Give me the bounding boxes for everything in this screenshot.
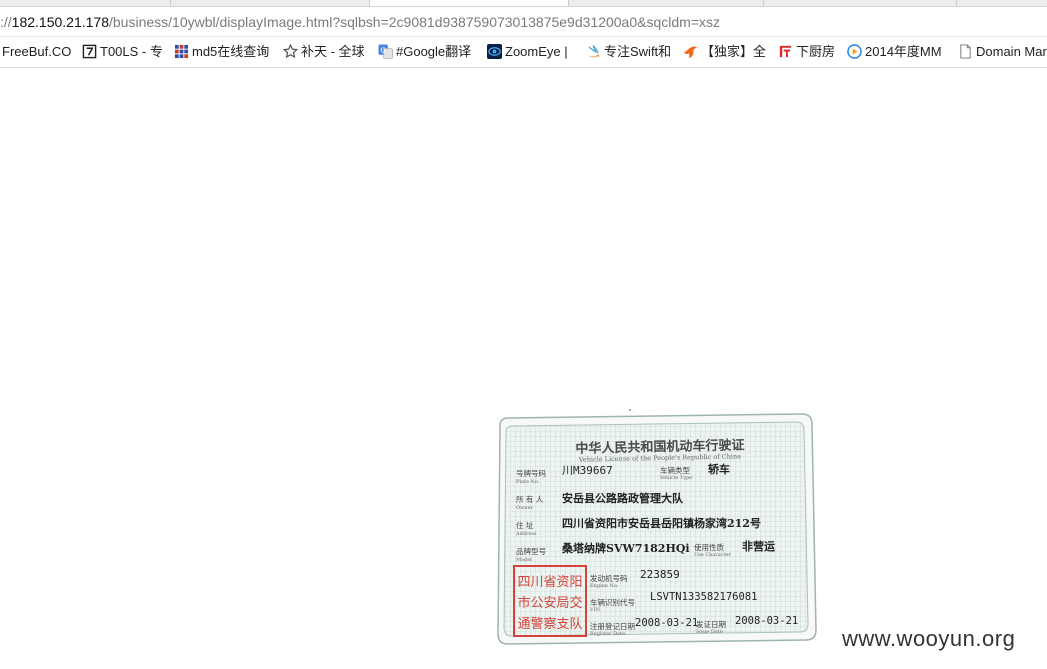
browser-tab[interactable] [569, 0, 764, 6]
browser-tab-active[interactable] [370, 0, 569, 6]
issue-date-value: 2008-03-21 [735, 615, 798, 627]
use-value: 非营运 [742, 539, 775, 553]
owner-label-en: Owner [516, 505, 534, 511]
google-translate-icon: G [378, 44, 393, 59]
bookmark-label: 下厨房 [796, 44, 836, 59]
grid-icon [174, 44, 189, 59]
vehicle-type-label-en: Vehicle Type [659, 475, 692, 481]
plate-label: 号牌号码 [516, 468, 546, 478]
browser-tab[interactable] [764, 0, 957, 6]
url-host: 182.150.21.178 [11, 14, 109, 30]
use-label-en: Use Character [694, 552, 731, 558]
tab-strip [0, 0, 1047, 7]
page-content: 中华人民共和国机动车行驶证 Vehicle License of the Peo… [0, 68, 1047, 669]
kitchen-icon [779, 45, 792, 58]
owner-value: 安岳县公路路政管理大队 [562, 491, 684, 505]
vehicle-type-value: 轿车 [708, 462, 730, 476]
model-label-en: Model [516, 557, 532, 563]
bookmark-tools[interactable]: T00LS - 专 [82, 43, 163, 61]
bookmark-2014mm[interactable]: 2014年度MM [847, 43, 942, 61]
bookmark-label: 专注Swift和 [604, 44, 672, 59]
vehicle-license-image: 中华人民共和国机动车行驶证 Vehicle License of the Peo… [497, 409, 817, 645]
document-icon [960, 44, 971, 59]
bookmark-xiachufang[interactable]: 下厨房 [778, 43, 835, 61]
stamp-line-2: 市公安局交 [517, 595, 582, 611]
engine-value: 223859 [640, 568, 680, 581]
address-label-en: Address [515, 531, 537, 537]
bookmark-label: ZoomEye | [505, 44, 568, 59]
url-path: /business/10ywbl/displayImage.html?sqlbs… [109, 14, 720, 30]
stamp-line-1: 四川省资阳 [517, 575, 582, 590]
vin-value: LSVTN133582176081 [650, 591, 757, 603]
bookmark-domain[interactable]: Domain Mar [958, 43, 1047, 61]
browser-tab[interactable] [0, 0, 171, 6]
vin-label-en: VIN [589, 607, 601, 613]
star-icon [283, 44, 298, 59]
bookmark-google-translate[interactable]: G #Google翻译 [378, 43, 471, 61]
svg-text:G: G [380, 45, 385, 54]
bookmark-label: T00LS - 专 [100, 44, 163, 59]
bookmark-label: #Google翻译 [396, 44, 472, 59]
issue-date-label-en: Issue Date [696, 629, 723, 635]
zoomeye-icon [487, 44, 502, 59]
bookmark-label: FreeBuf.CO [2, 44, 72, 59]
url-prefix: :// [0, 14, 12, 30]
bookmark-freebuf[interactable]: FreeBuf.CO [2, 43, 71, 61]
register-date-label: 注册登记日期 [590, 621, 635, 631]
vin-label: 车辆识别代号 [590, 597, 635, 607]
register-date-label-en: Register Date [590, 631, 625, 637]
bookmark-label: md5在线查询 [192, 44, 270, 59]
stamp-line-3: 通警察支队 [517, 616, 582, 632]
bookmarks-bar: FreeBuf.CO T00LS - 专 md5在线查询 补天 - 全球 G #G… [0, 37, 1047, 68]
engine-label-en: Engine No. [590, 583, 619, 589]
bookmark-label: 补天 - 全球 [301, 44, 365, 59]
bookmark-md5[interactable]: md5在线查询 [174, 43, 269, 61]
url-text[interactable]: ://182.150.21.178/business/10ywbl/displa… [0, 14, 720, 30]
engine-label: 发动机号码 [590, 573, 628, 583]
bookmark-label: 【独家】全 [701, 44, 767, 59]
bookmark-label: Domain Mar [976, 44, 1047, 59]
bookmark-dujia[interactable]: 【独家】全 [683, 43, 766, 61]
register-date-value: 2008-03-21 [635, 617, 698, 629]
plate-label-en: Plate No. [516, 479, 540, 485]
play-icon [847, 44, 862, 59]
address-label: 住 址 [516, 520, 534, 530]
watermark-text: www.wooyun.org [842, 626, 1016, 651]
issue-date-label: 发证日期 [696, 619, 726, 629]
vehicle-type-label: 车辆类型 [660, 465, 690, 475]
tools-icon [82, 44, 97, 59]
address-bar[interactable]: ://182.150.21.178/business/10ywbl/displa… [0, 7, 1047, 37]
bookmark-label: 2014年度MM [865, 44, 942, 59]
swift-icon [587, 44, 600, 58]
bookmark-zoomeye[interactable]: ZoomEye | [487, 43, 568, 61]
owner-label: 所 有 人 [516, 494, 544, 504]
browser-tab[interactable] [171, 0, 370, 6]
bookmark-swift[interactable]: 专注Swift和 [586, 43, 671, 61]
model-value: 桑塔纳牌SVW7182HQi [561, 541, 690, 555]
plate-value: 川M39667 [562, 464, 613, 477]
model-label: 品牌型号 [516, 546, 546, 556]
use-label: 使用性质 [694, 542, 724, 552]
address-value: 四川省资阳市安岳县岳阳镇杨家湾212号 [562, 516, 761, 530]
bird-icon [683, 46, 698, 59]
bookmark-butian[interactable]: 补天 - 全球 [283, 43, 365, 61]
police-stamp: 四川省资阳 市公安局交 通警察支队 [513, 565, 587, 637]
